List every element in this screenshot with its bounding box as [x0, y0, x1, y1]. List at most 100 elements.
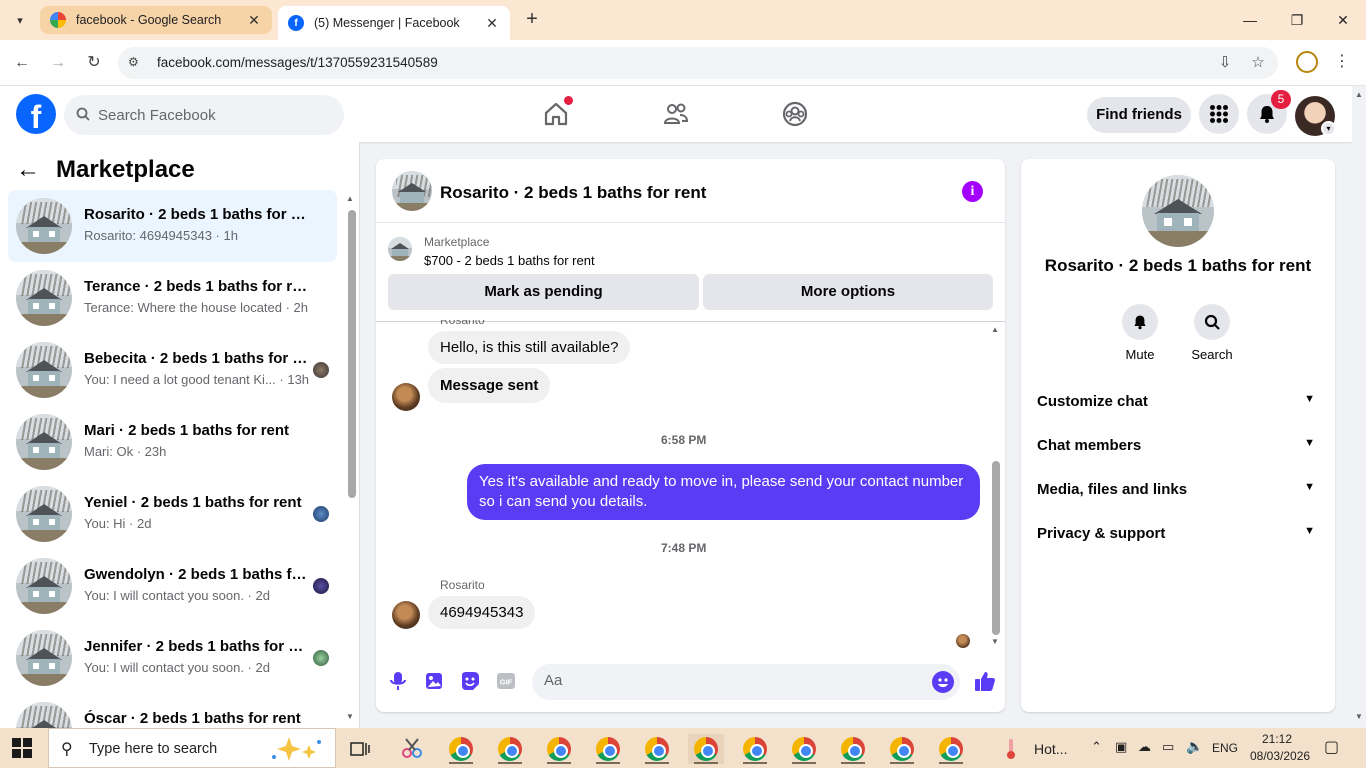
- back-arrow-icon[interactable]: ←: [16, 156, 46, 184]
- account-chevron-icon[interactable]: ▾: [1321, 121, 1336, 136]
- notification-center-icon[interactable]: ▢: [1324, 737, 1339, 757]
- profile-icon[interactable]: [1296, 51, 1318, 73]
- listing-thumbnail: [16, 270, 72, 326]
- show-hidden-icons-icon[interactable]: ⌃: [1091, 739, 1102, 755]
- listing-summary[interactable]: Marketplace $700 - 2 beds 1 baths for re…: [388, 235, 988, 275]
- chrome-profile-6-icon[interactable]: [688, 734, 724, 764]
- tab-messenger[interactable]: f (5) Messenger | Facebook ✕: [278, 6, 510, 40]
- chrome-profile-3-icon[interactable]: [541, 734, 577, 764]
- close-tab-icon[interactable]: ✕: [484, 15, 500, 32]
- reload-icon[interactable]: ↻: [82, 51, 106, 75]
- groups-icon[interactable]: [781, 100, 809, 128]
- mark-as-pending-button[interactable]: Mark as pending: [388, 274, 699, 310]
- facebook-search[interactable]: [64, 95, 344, 135]
- mute-button[interactable]: Mute: [1110, 304, 1170, 362]
- listing-thumbnail: [16, 342, 72, 398]
- omnibox[interactable]: ⚙ facebook.com/messages/t/13705592315405…: [118, 47, 1278, 79]
- minimize-icon[interactable]: —: [1238, 8, 1262, 32]
- sender-avatar[interactable]: [392, 383, 420, 411]
- close-window-icon[interactable]: ✕: [1331, 8, 1355, 32]
- taskbar-search[interactable]: ⚲ Type here to search: [48, 728, 336, 768]
- facebook-search-input[interactable]: [98, 106, 318, 124]
- browser-menu-icon[interactable]: ⋮: [1334, 51, 1350, 75]
- install-app-icon[interactable]: ⇩: [1215, 53, 1235, 73]
- back-icon[interactable]: ←: [10, 51, 34, 75]
- sender-avatar[interactable]: [392, 601, 420, 629]
- device-icon[interactable]: ▣: [1115, 739, 1127, 755]
- forward-icon[interactable]: →: [46, 51, 70, 75]
- facebook-logo[interactable]: f: [16, 94, 56, 134]
- sticker-icon[interactable]: [460, 671, 480, 691]
- close-tab-icon[interactable]: ✕: [246, 12, 262, 29]
- url-text[interactable]: facebook.com/messages/t/1370559231540589: [157, 55, 438, 70]
- chat-scrollbar[interactable]: ▲ ▼: [990, 325, 1002, 653]
- task-view-icon[interactable]: [342, 734, 378, 764]
- gif-icon[interactable]: GIF: [496, 671, 516, 691]
- snipping-tool-icon[interactable]: [394, 734, 430, 764]
- conversation-item[interactable]: Mari · 2 beds 1 baths for rent Mari: Ok …: [8, 406, 337, 478]
- restore-icon[interactable]: ❐: [1285, 8, 1309, 32]
- privacy-support-section[interactable]: Privacy & support ▼: [1037, 513, 1319, 553]
- bookmark-star-icon[interactable]: ☆: [1248, 53, 1268, 73]
- microphone-icon[interactable]: [388, 671, 408, 691]
- conversation-title: Mari · 2 beds 1 baths for rent: [84, 422, 290, 439]
- conversation-item[interactable]: Bebecita · 2 beds 1 baths for r... You: …: [8, 334, 337, 406]
- chrome-profile-10-icon[interactable]: [884, 734, 920, 764]
- menu-grid-icon[interactable]: [1199, 94, 1239, 134]
- chrome-profile-5-icon[interactable]: [639, 734, 675, 764]
- photo-icon[interactable]: [424, 671, 444, 691]
- chat-members-section[interactable]: Chat members ▼: [1037, 425, 1319, 465]
- conversation-item[interactable]: Yeniel · 2 beds 1 baths for rent You: Hi…: [8, 478, 337, 550]
- language-indicator[interactable]: ENG: [1212, 741, 1238, 755]
- new-tab-icon[interactable]: +: [520, 8, 544, 32]
- info-icon[interactable]: i: [962, 181, 983, 202]
- conversation-item[interactable]: Óscar · 2 beds 1 baths for rent: [8, 694, 337, 728]
- media-files-links-section[interactable]: Media, files and links ▼: [1037, 469, 1319, 509]
- listing-thumbnail: [16, 630, 72, 686]
- conversation-item[interactable]: Gwendolyn · 2 beds 1 baths fo... You: I …: [8, 550, 337, 622]
- clock-date[interactable]: 08/03/2026: [1250, 749, 1310, 763]
- thermometer-icon[interactable]: [996, 734, 1026, 764]
- chrome-profile-7-icon[interactable]: [737, 734, 773, 764]
- message-input-box[interactable]: [532, 664, 960, 700]
- weather-text[interactable]: Hot...: [1034, 741, 1067, 757]
- thumbs-up-icon[interactable]: [973, 669, 997, 693]
- home-icon[interactable]: [542, 96, 573, 128]
- sender-name: Rosarito: [440, 578, 485, 592]
- details-listing-thumbnail[interactable]: [1142, 175, 1214, 247]
- message-input[interactable]: [544, 672, 914, 689]
- display-icon[interactable]: ▭: [1162, 739, 1174, 755]
- friends-icon[interactable]: [662, 100, 690, 128]
- chrome-profile-11-icon[interactable]: [933, 734, 969, 764]
- chrome-profile-2-icon[interactable]: [492, 734, 528, 764]
- volume-icon[interactable]: 🔈: [1186, 738, 1203, 755]
- find-friends-button[interactable]: Find friends: [1087, 97, 1191, 133]
- chrome-profile-9-icon[interactable]: [835, 734, 871, 764]
- clock-time[interactable]: 21:12: [1262, 732, 1292, 746]
- more-options-button[interactable]: More options: [703, 274, 993, 310]
- incoming-message[interactable]: Hello, is this still available?: [428, 331, 631, 364]
- conversation-item[interactable]: Rosarito · 2 beds 1 baths for rent Rosar…: [8, 190, 337, 262]
- conversation-preview: You: Hi · 2d: [84, 516, 152, 531]
- customize-chat-section[interactable]: Customize chat ▼: [1037, 381, 1319, 421]
- conversation-item[interactable]: Terance · 2 beds 1 baths for rent Teranc…: [8, 262, 337, 334]
- tab-google-search[interactable]: facebook - Google Search ✕: [40, 6, 272, 34]
- emoji-icon[interactable]: [932, 671, 954, 693]
- chrome-profile-4-icon[interactable]: [590, 734, 626, 764]
- page-scrollbar[interactable]: ▲ ▼: [1352, 86, 1366, 728]
- network-icon[interactable]: ☁: [1138, 739, 1151, 755]
- conversation-preview: Terance: Where the house located · 2h: [84, 300, 309, 315]
- chrome-profile-8-icon[interactable]: [786, 734, 822, 764]
- windows-start-icon[interactable]: [12, 738, 32, 758]
- chat-title[interactable]: Rosarito · 2 beds 1 baths for rent: [440, 183, 706, 203]
- search-in-conversation-button[interactable]: Search: [1182, 304, 1242, 362]
- outgoing-message[interactable]: Yes it's available and ready to move in,…: [467, 464, 980, 520]
- conversation-item[interactable]: Jennifer · 2 beds 1 baths for re... You:…: [8, 622, 337, 694]
- site-info-icon[interactable]: ⚙: [128, 55, 144, 71]
- tab-list-chevron-icon[interactable]: ▾: [8, 8, 32, 32]
- chrome-profile-1-icon[interactable]: [443, 734, 479, 764]
- incoming-message[interactable]: 4694945343: [428, 596, 536, 629]
- conversation-list-scrollbar[interactable]: ▲ ▼: [345, 194, 357, 722]
- incoming-message[interactable]: Message sent: [428, 368, 551, 403]
- chat-listing-thumbnail[interactable]: [392, 171, 432, 211]
